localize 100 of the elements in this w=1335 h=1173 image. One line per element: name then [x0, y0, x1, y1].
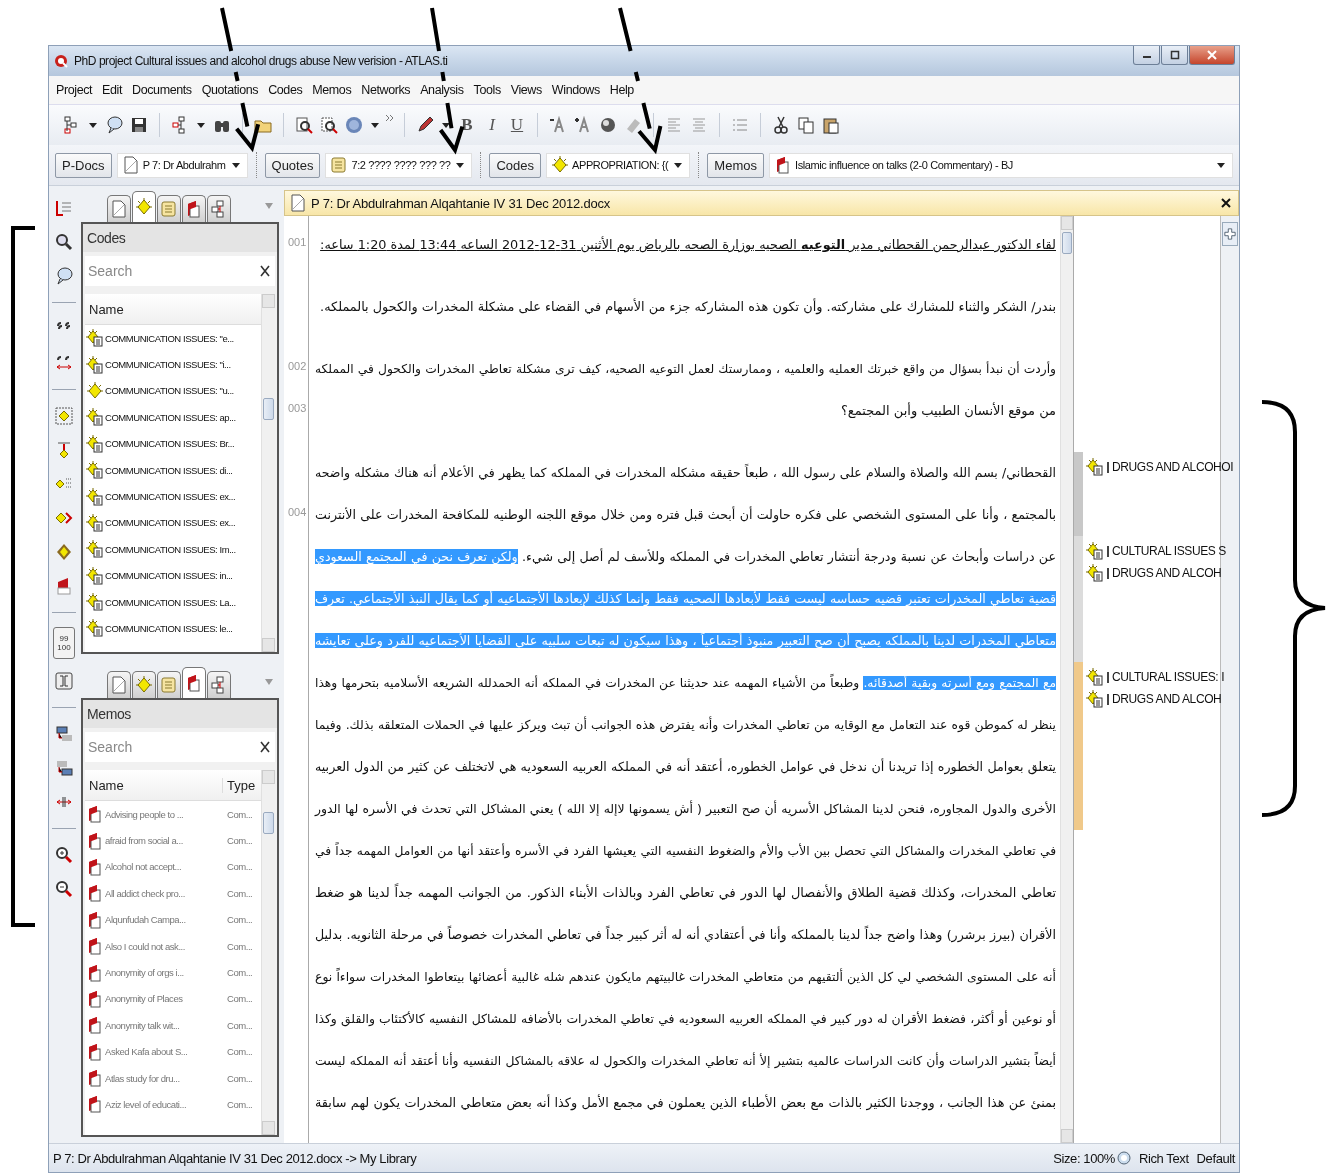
list-item[interactable]: COMMUNICATION ISSUES: ap... [85, 404, 261, 431]
code-label[interactable]: DRUGS AND ALCOH [1112, 566, 1222, 580]
dropdown-field[interactable]: P 7: Dr Abdulrahm [116, 152, 248, 178]
list-item[interactable]: afraid from social a... Com... [85, 827, 261, 854]
panel-tab[interactable] [132, 671, 156, 698]
margin-toggle-icon[interactable] [53, 669, 75, 693]
text-line: في تعاطي المخدرات والمشاكل التي تحصل بين الأب والأم والضغوط النفسيه التي يعيشها الفرد في الأسره وأعتقد أنها من العوامل المهمه جداً في [315, 841, 1056, 861]
selected-text: ولكن تعرف نحن في المجتمع السعودي [315, 549, 518, 564]
scrollbar[interactable] [261, 294, 275, 652]
list-item[interactable]: Anonymity of orgs i... Com... [85, 959, 261, 986]
list-item[interactable]: COMMUNICATION ISSUES: "i... [85, 351, 261, 378]
maximize-button[interactable] [1161, 46, 1188, 65]
dropdown-field[interactable]: APPROPRIATION: {( [546, 152, 691, 178]
text-line: ينظر له كموطن قوه عند التعامل مع الوقايه من تعاطي المخدرات وأنه يفترض هذه الجوانب أن تبث ويركز عليها في الحملات المتعلقه بذلك. وفيما [315, 715, 1056, 735]
code-label[interactable]: DRUGS AND ALCOH [1112, 692, 1222, 706]
note-icon [330, 156, 349, 174]
dropdown-field[interactable]: Islamic influence on talks (2-0 Commentary) - BJ [769, 152, 1233, 178]
panel-tab[interactable] [157, 195, 181, 222]
panel-tab[interactable] [182, 195, 206, 222]
dropdown-value: P 7: Dr Abdulrahm [142, 159, 226, 171]
memo-book-icon [774, 156, 792, 174]
panel-tab[interactable] [107, 671, 131, 698]
list-item[interactable]: COMMUNICATION ISSUES: in... [85, 562, 261, 589]
dropdown-field[interactable]: 7:2 ???? ???? ??? ?? [325, 152, 473, 178]
zoom-level: Size: 100% [1053, 1150, 1115, 1166]
selected-text: مع المجتمع ومع أسرته وبقية أصدقائه. [863, 676, 1056, 690]
add-button[interactable] [1222, 222, 1238, 246]
caret-icon [674, 162, 683, 168]
list-item[interactable]: COMMUNICATION ISSUES: di... [85, 456, 261, 484]
list-item[interactable]: Anonymity talk wit... Com... [85, 1012, 261, 1039]
clear-button[interactable] [255, 256, 275, 286]
list-item[interactable]: Advising people to ... Com... [85, 801, 261, 828]
panel-tab[interactable] [207, 671, 231, 698]
text-editor[interactable] [308, 216, 1074, 1143]
chevron-icon [385, 114, 395, 124]
format-button[interactable]: I [481, 113, 503, 137]
code-label[interactable]: CULTURAL ISSUES: I [1112, 670, 1225, 684]
list-item[interactable]: All addict check pro... Com... [85, 880, 261, 907]
list-item[interactable]: COMMUNICATION ISSUES: le... [85, 615, 261, 642]
list-item[interactable]: COMMUNICATION ISSUES: ex... [85, 509, 261, 537]
list-item[interactable]: COMMUNICATION ISSUES: ex... [85, 483, 261, 510]
text-line: من موقع الأنسان الطبيب وأبن المجتمع؟ [839, 401, 1056, 421]
menu-item[interactable]: Edit [97, 83, 128, 97]
scrollbar[interactable] [1060, 216, 1073, 1143]
menu-item[interactable]: Documents [127, 83, 197, 97]
scrollbar[interactable] [261, 770, 275, 1135]
panel-tab[interactable] [182, 667, 206, 698]
menu-item[interactable]: Views [505, 83, 547, 97]
list-item[interactable]: Alcohol not accept... Com... [85, 853, 261, 881]
code-label[interactable]: DRUGS AND ALCOHOI [1112, 460, 1234, 474]
menu-item[interactable]: Codes [263, 83, 308, 97]
menu-item[interactable]: Help [604, 83, 639, 97]
manager-button[interactable]: Codes [489, 152, 542, 178]
format-button[interactable]: B [456, 113, 478, 137]
menu-item[interactable]: Quotations [196, 83, 264, 97]
line-number: 002 [287, 359, 308, 372]
diamond-grid-icon[interactable] [53, 404, 75, 428]
list-item[interactable]: COMMUNICATION ISSUES: Br... [85, 430, 261, 457]
menu-item[interactable]: Analysis [415, 83, 469, 97]
clear-button[interactable] [255, 732, 275, 762]
menu-item[interactable]: Windows [546, 83, 605, 97]
line-number: 004 [287, 505, 308, 518]
list-item[interactable]: Aziz level of educati... Com... [85, 1091, 261, 1118]
note-icon [160, 200, 178, 218]
menu-item[interactable]: Networks [356, 83, 416, 97]
app-logo-icon [54, 54, 68, 68]
dropdown-value: APPROPRIATION: {( [572, 159, 669, 171]
list-item[interactable]: Also I could not ask... Com... [85, 932, 261, 960]
search-field[interactable]: Search [85, 732, 255, 762]
manager-button[interactable]: P-Docs [55, 152, 112, 178]
panel-tab[interactable] [132, 191, 156, 222]
code-label[interactable]: CULTURAL ISSUES S [1112, 544, 1226, 558]
panel-tab[interactable] [107, 195, 131, 222]
menu-item[interactable]: Memos [307, 83, 357, 97]
line-number-button[interactable]: 99 100 [53, 627, 75, 659]
line-number: 001 [287, 235, 308, 248]
format-button[interactable]: U [506, 113, 528, 137]
diamond-icon [135, 198, 153, 216]
minimize-button[interactable] [1133, 46, 1160, 65]
column-header[interactable]: Name [85, 777, 222, 793]
manager-button[interactable]: Memos [707, 152, 764, 178]
menu-item[interactable]: Project [51, 83, 98, 97]
diamond-note-icon [1086, 564, 1104, 582]
panel-tab[interactable] [157, 671, 181, 698]
list-item[interactable]: Atlas study for dru... Com... [85, 1064, 261, 1092]
list-item[interactable]: COMMUNICATION ISSUES: "e... [85, 325, 261, 352]
caret-icon [265, 679, 273, 685]
list-item[interactable]: Alqunfudah Campa... Com... [85, 906, 261, 933]
list-item[interactable]: COMMUNICATION ISSUES: La... [85, 588, 261, 616]
panel-tab[interactable] [207, 195, 231, 222]
list-item[interactable]: COMMUNICATION ISSUES: "u... [85, 377, 261, 405]
globe-icon [1116, 1151, 1131, 1165]
search-field[interactable]: Search [85, 256, 255, 286]
list-item[interactable]: Anonymity of Places Com... [85, 985, 261, 1013]
manager-button[interactable]: Quotes [264, 152, 321, 178]
panel-title: Codes [83, 224, 277, 252]
menu-item[interactable]: Tools [468, 83, 506, 97]
list-item[interactable]: COMMUNICATION ISSUES: Im... [85, 536, 261, 563]
diamond-note-icon [1086, 690, 1104, 708]
list-item[interactable]: Asked Kafa about S... Com... [85, 1038, 261, 1065]
